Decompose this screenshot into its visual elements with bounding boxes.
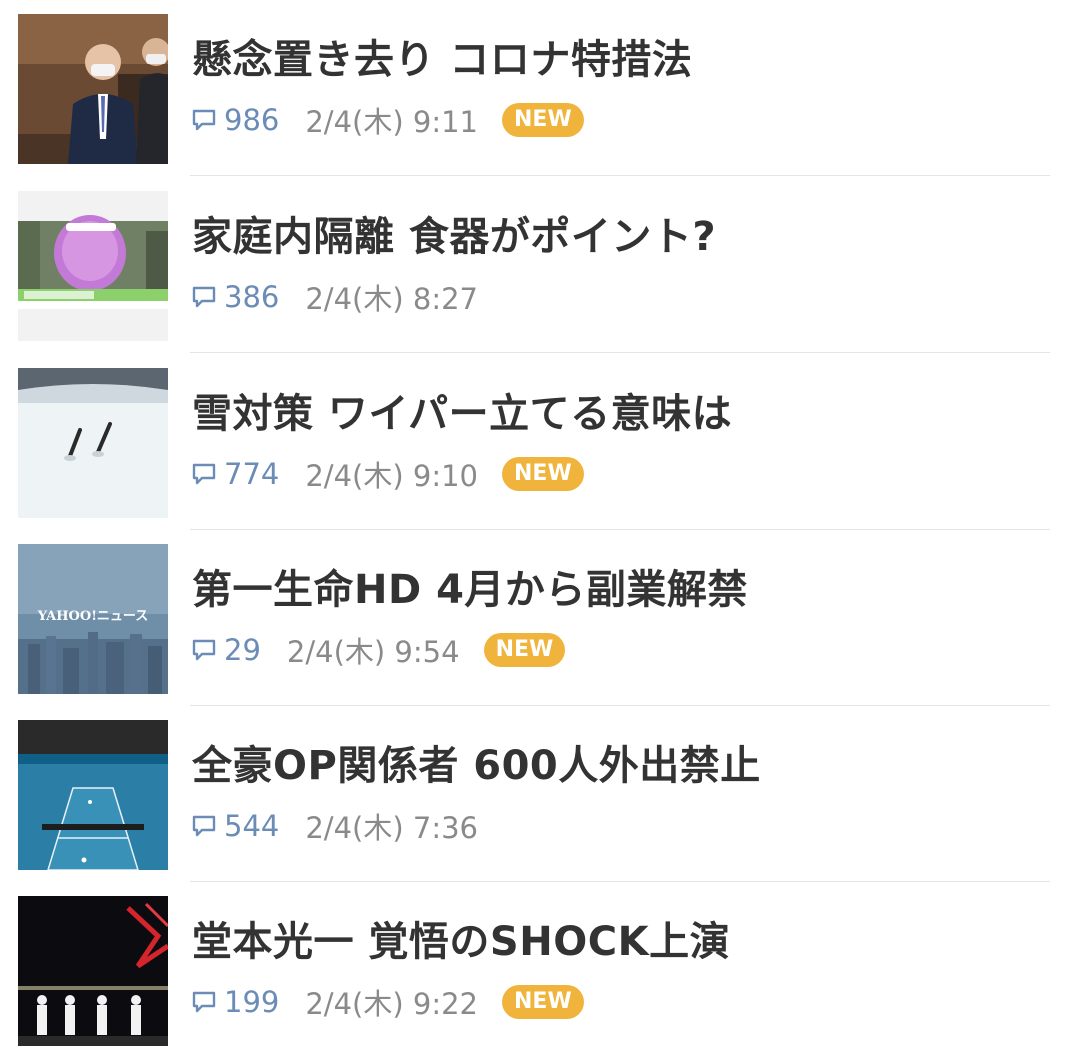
news-item[interactable]: 家庭内隔離 食器がポイント? 386 2/4(木) 8:27 xyxy=(0,177,1074,353)
new-badge: NEW xyxy=(502,457,584,491)
timestamp: 2/4(木) 8:27 xyxy=(305,282,479,316)
article-title[interactable]: 懸念置き去り コロナ特措法 xyxy=(192,34,692,86)
comment-count[interactable]: 774 xyxy=(224,457,279,491)
new-badge: NEW xyxy=(502,103,584,137)
news-list: 懸念置き去り コロナ特措法 986 2/4(木) 9:11 NEW 家庭内隔離 … xyxy=(0,0,1074,1046)
news-item[interactable]: 堂本光一 覚悟のSHOCK上演 199 2/4(木) 9:22 NEW xyxy=(0,882,1074,1058)
comment-count[interactable]: 544 xyxy=(224,809,279,843)
article-meta: 774 2/4(木) 9:10 NEW xyxy=(190,454,584,494)
timestamp: 2/4(木) 9:22 xyxy=(305,987,479,1021)
timestamp: 2/4(木) 9:54 xyxy=(286,635,460,669)
article-meta: 544 2/4(木) 7:36 xyxy=(190,806,478,846)
snow-wiper-photo-icon[interactable] xyxy=(18,368,168,518)
politicians-photo-icon[interactable] xyxy=(18,14,168,164)
news-item[interactable]: 雪対策 ワイパー立てる意味は 774 2/4(木) 9:10 NEW xyxy=(0,354,1074,530)
article-title[interactable]: 雪対策 ワイパー立てる意味は xyxy=(192,388,732,440)
tennis-court-photo-icon[interactable] xyxy=(18,720,168,870)
article-meta: 386 2/4(木) 8:27 xyxy=(190,277,478,317)
article-title[interactable]: 第一生命HD 4月から副業解禁 xyxy=(192,564,748,616)
article-meta: 199 2/4(木) 9:22 NEW xyxy=(190,982,584,1022)
stage-performance-photo-icon[interactable] xyxy=(18,896,168,1046)
comment-bubble-icon xyxy=(190,283,218,311)
comment-bubble-icon xyxy=(190,988,218,1016)
new-badge: NEW xyxy=(502,985,584,1019)
comment-count[interactable]: 986 xyxy=(224,103,279,137)
comment-bubble-icon xyxy=(190,460,218,488)
article-title[interactable]: 堂本光一 覚悟のSHOCK上演 xyxy=(192,916,730,968)
thumb-text: YAHOO!ニュース xyxy=(37,609,149,624)
comment-bubble-icon xyxy=(190,636,218,664)
comment-bubble-icon xyxy=(190,106,218,134)
news-item[interactable]: 懸念置き去り コロナ特措法 986 2/4(木) 9:11 NEW xyxy=(0,0,1074,176)
new-badge: NEW xyxy=(483,633,566,667)
yahoo-news-cityscape-icon[interactable]: YAHOO!ニュース xyxy=(18,544,168,694)
article-meta: 986 2/4(木) 9:11 NEW xyxy=(190,100,584,140)
comment-count[interactable]: 386 xyxy=(224,280,279,314)
timestamp: 2/4(木) 9:11 xyxy=(305,105,479,139)
comment-bubble-icon xyxy=(190,812,218,840)
timestamp: 2/4(木) 9:10 xyxy=(305,459,479,493)
news-item[interactable]: YAHOO!ニュース 第一生命HD 4月から副業解禁 29 2/4(木) 9:5… xyxy=(0,530,1074,706)
article-meta: 29 2/4(木) 9:54 NEW xyxy=(190,630,566,670)
news-item[interactable]: 全豪OP関係者 600人外出禁止 544 2/4(木) 7:36 xyxy=(0,706,1074,882)
comment-count[interactable]: 199 xyxy=(224,985,279,1019)
divider xyxy=(190,175,1050,176)
divider xyxy=(190,352,1050,353)
article-title[interactable]: 家庭内隔離 食器がポイント? xyxy=(192,211,716,263)
comment-count[interactable]: 29 xyxy=(224,633,261,667)
article-title[interactable]: 全豪OP関係者 600人外出禁止 xyxy=(192,740,761,792)
timestamp: 2/4(木) 7:36 xyxy=(305,811,479,845)
tv-screen-photo-icon[interactable] xyxy=(18,191,168,341)
